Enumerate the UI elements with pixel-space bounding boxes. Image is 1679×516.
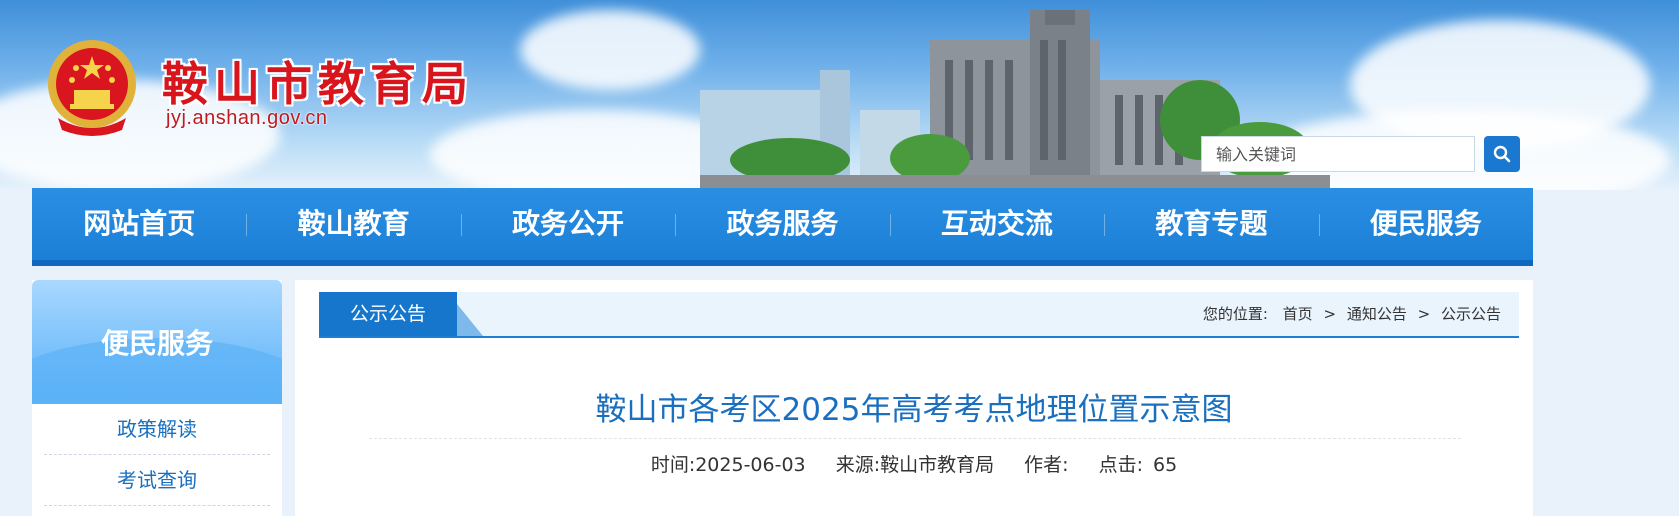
- breadcrumb-separator: >: [1323, 305, 1337, 323]
- national-emblem-icon: [48, 40, 136, 136]
- nav-item-home[interactable]: 网站首页: [32, 188, 246, 260]
- nav-item-anshan-education[interactable]: 鞍山教育: [246, 188, 460, 260]
- title-divider: [369, 438, 1461, 439]
- breadcrumb-home-link[interactable]: 首页: [1283, 305, 1313, 323]
- sidebar-item-policy-interpretation[interactable]: 政策解读: [44, 404, 270, 455]
- tab-decoration: [457, 304, 483, 336]
- sidebar-title: 便民服务: [100, 327, 213, 360]
- clicks-label: 点击:: [1098, 454, 1143, 476]
- site-title: 鞍山市教育局: [162, 57, 474, 111]
- sidebar: 便民服务 政策解读 考试查询: [32, 280, 282, 516]
- main-content: 公示公告 您的位置: 首页 > 通知公告 > 公示公告 鞍山市各考区2025年高…: [295, 280, 1533, 516]
- location-label: 您的位置:: [1202, 305, 1268, 323]
- sidebar-header: 便民服务: [32, 280, 282, 404]
- nav-item-public-services[interactable]: 便民服务: [1318, 188, 1533, 260]
- search-icon: [1493, 145, 1511, 163]
- article-author: 作者:: [1024, 454, 1069, 476]
- article-source: 来源:鞍山市教育局: [835, 454, 995, 476]
- main-nav: 网站首页 鞍山教育 政务公开 政务服务 互动交流 教育专题 便民服务: [32, 188, 1533, 266]
- clicks-count: 65: [1153, 454, 1178, 476]
- article-title: 鞍山市各考区2025年高考考点地理位置示意图: [595, 392, 1233, 428]
- cloud-decoration: [520, 10, 700, 90]
- section-tab[interactable]: 公示公告: [319, 292, 457, 336]
- publish-time: 时间:2025-06-03: [650, 454, 806, 476]
- breadcrumb-notices-link[interactable]: 通知公告: [1347, 305, 1407, 323]
- article-meta: 时间:2025-06-03 来源:鞍山市教育局 作者: 点击: 65: [295, 450, 1533, 477]
- nav-item-education-topics[interactable]: 教育专题: [1104, 188, 1318, 260]
- nav-item-interaction[interactable]: 互动交流: [889, 188, 1104, 260]
- sidebar-item-exam-query[interactable]: 考试查询: [44, 455, 270, 506]
- breadcrumb-separator: >: [1417, 305, 1431, 323]
- breadcrumb-bar: 公示公告 您的位置: 首页 > 通知公告 > 公示公告: [319, 292, 1519, 338]
- search-input[interactable]: [1201, 136, 1475, 172]
- search-button[interactable]: [1484, 136, 1520, 172]
- nav-item-government-services[interactable]: 政务服务: [675, 188, 889, 260]
- site-domain: jyj.anshan.gov.cn: [166, 107, 328, 129]
- breadcrumb: 您的位置: 首页 > 通知公告 > 公示公告: [1203, 292, 1501, 336]
- breadcrumb-announcements-link[interactable]: 公示公告: [1441, 305, 1501, 323]
- header-banner: 鞍山市教育局 jyj.anshan.gov.cn: [0, 0, 1679, 190]
- nav-item-government-affairs[interactable]: 政务公开: [460, 188, 675, 260]
